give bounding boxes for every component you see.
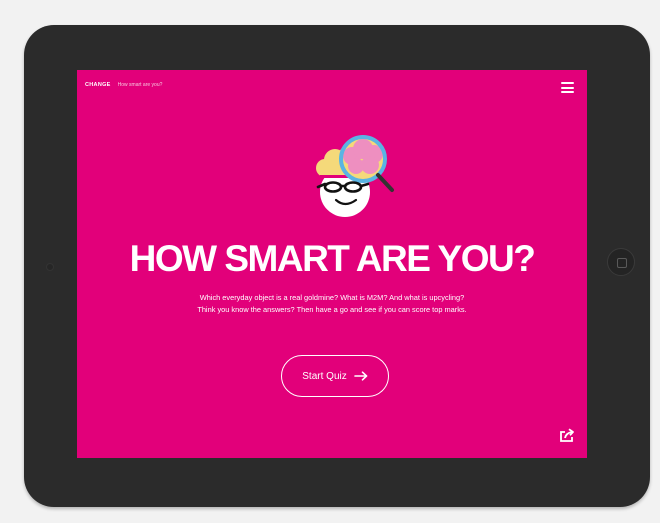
brand-logo[interactable]: CHANGE <box>85 82 111 88</box>
share-icon[interactable] <box>559 428 575 443</box>
breadcrumb: How smart are you? <box>117 82 163 88</box>
camera <box>46 263 54 271</box>
brain-magnifier-illustration <box>300 132 400 232</box>
top-bar: CHANGE How smart are you? <box>85 82 162 88</box>
magnifier-handle <box>376 173 394 192</box>
start-quiz-label: Start Quiz <box>302 370 347 382</box>
start-quiz-button[interactable]: Start Quiz <box>281 355 389 397</box>
arrow-right-icon <box>353 371 368 381</box>
hamburger-menu-icon[interactable] <box>561 82 574 93</box>
description: Which everyday object is a real goldmine… <box>117 292 547 316</box>
description-line: Think you know the answers? Then have a … <box>197 305 467 314</box>
home-button[interactable] <box>607 248 635 276</box>
head-illustration <box>316 135 394 217</box>
app-screen: CHANGE How smart are you? HOW SMART ARE … <box>77 70 587 458</box>
page-title: HOW SMART ARE YOU? <box>129 238 536 279</box>
description-line: Which everyday object is a real goldmine… <box>199 293 465 302</box>
